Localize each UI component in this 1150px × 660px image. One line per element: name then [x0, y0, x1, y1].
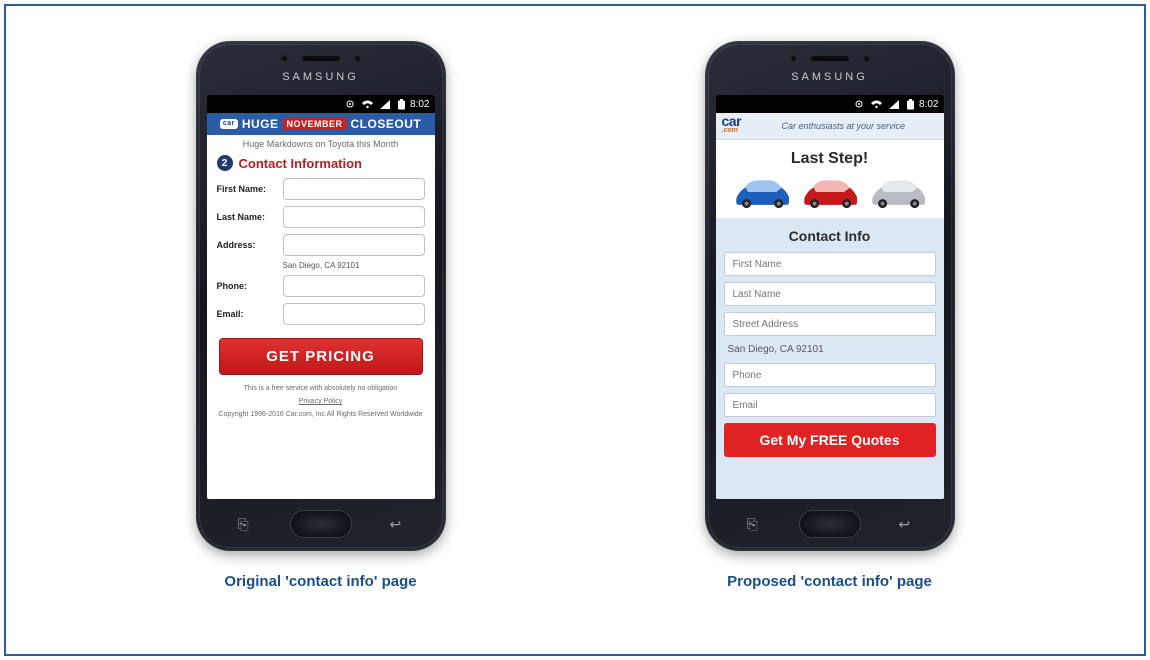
phone-speaker: [302, 56, 340, 61]
back-button[interactable]: ↩: [390, 519, 404, 529]
phone-sensor-left: [790, 55, 797, 62]
status-time: 8:02: [410, 99, 429, 110]
target-icon: [854, 99, 864, 109]
last-name-row: Last Name:: [207, 203, 435, 231]
heading-title: Contact Information: [239, 156, 363, 171]
signal-icon: [889, 100, 899, 109]
comparison-frame: SAMSUNG ⎘ ↩: [4, 4, 1146, 656]
status-bar: 8:02: [716, 95, 944, 113]
phone-label: Phone:: [217, 281, 277, 291]
first-name-input[interactable]: [283, 178, 425, 200]
target-icon: [345, 99, 355, 109]
phone-sensor-right: [863, 55, 870, 62]
address-label: Address:: [217, 240, 277, 250]
first-name-row: First Name:: [207, 175, 435, 203]
first-name-input[interactable]: [724, 252, 936, 276]
address-row: Address:: [207, 231, 435, 259]
home-button[interactable]: [799, 510, 861, 538]
wifi-icon: [871, 100, 882, 109]
home-button[interactable]: [290, 510, 352, 538]
car-logo-text: car: [223, 120, 235, 128]
car-logo-dotcom: .com: [722, 126, 742, 135]
city-state-text: San Diego, CA 92101: [724, 342, 936, 363]
card-title: Contact Info: [724, 224, 936, 252]
proposed-phone-block: SAMSUNG ⎘ ↩: [705, 41, 955, 590]
car-illustration-red: [797, 174, 863, 210]
recent-apps-button[interactable]: ⎘: [747, 519, 761, 529]
car-illustration-silver: [865, 174, 931, 210]
get-pricing-button[interactable]: GET PRICING: [219, 338, 423, 375]
caption-proposed: Proposed 'contact info' page: [727, 573, 932, 590]
phone-speaker: [811, 56, 849, 61]
car-illustration-blue: [729, 174, 795, 210]
wifi-icon: [362, 100, 373, 109]
phone-input[interactable]: [283, 275, 425, 297]
caption-original: Original 'contact info' page: [224, 573, 416, 590]
page-title: Last Step!: [716, 140, 944, 174]
address-input[interactable]: [283, 234, 425, 256]
original-phone-block: SAMSUNG ⎘ ↩: [196, 41, 446, 590]
last-name-input[interactable]: [724, 282, 936, 306]
banner-huge: HUGE: [242, 117, 279, 131]
banner-month: NOVEMBER: [283, 118, 347, 130]
email-input[interactable]: [724, 393, 936, 417]
car-logo-top: car: [722, 117, 742, 126]
promo-subhead: Huge Markdowns on Toyota this Month: [207, 135, 435, 155]
screen-proposed: 8:02 car .com Car enthusiasts at your se…: [716, 95, 944, 499]
last-name-input[interactable]: [283, 206, 425, 228]
phone-sensor-right: [354, 55, 361, 62]
phone-device-original: SAMSUNG ⎘ ↩: [196, 41, 446, 551]
car-logo: car .com: [722, 117, 742, 135]
recent-apps-button[interactable]: ⎘: [238, 519, 252, 529]
street-address-input[interactable]: [724, 312, 936, 336]
battery-icon: [397, 99, 406, 110]
car-logo-chip: car: [220, 119, 238, 129]
status-time: 8:02: [919, 99, 938, 110]
phone-sensor-left: [281, 55, 288, 62]
email-input[interactable]: [283, 303, 425, 325]
signal-icon: [380, 100, 390, 109]
phone-brand: SAMSUNG: [196, 71, 446, 83]
contact-card: Contact Info San Diego, CA 92101 Get My …: [716, 218, 944, 499]
email-label: Email:: [217, 309, 277, 319]
phone-brand: SAMSUNG: [705, 71, 955, 83]
privacy-link[interactable]: Privacy Policy: [207, 394, 435, 407]
brand-header: car .com Car enthusiasts at your service: [716, 113, 944, 140]
banner-closeout: CLOSEOUT: [351, 117, 422, 131]
get-quotes-button[interactable]: Get My FREE Quotes: [724, 423, 936, 457]
promo-banner: car HUGE NOVEMBER CLOSEOUT: [207, 113, 435, 135]
email-row: Email:: [207, 300, 435, 328]
brand-tagline: Car enthusiasts at your service: [749, 121, 937, 131]
address-city-state: San Diego, CA 92101: [207, 259, 435, 272]
phone-row: Phone:: [207, 272, 435, 300]
first-name-label: First Name:: [217, 184, 277, 194]
step-number: 2: [217, 155, 233, 171]
battery-icon: [906, 99, 915, 110]
copyright-text: Copyright 1996-2016 Car.com, Inc All Rig…: [207, 407, 435, 420]
disclaimer-text: This is a free service with absolutely n…: [207, 381, 435, 394]
back-button[interactable]: ↩: [899, 519, 913, 529]
last-name-label: Last Name:: [217, 212, 277, 222]
car-image-row: [716, 174, 944, 218]
screen-original: 8:02 car HUGE NOVEMBER CLOSEOUT Huge Mar…: [207, 95, 435, 499]
phones-row: SAMSUNG ⎘ ↩: [6, 6, 1144, 610]
section-heading: 2 Contact Information: [207, 155, 435, 175]
phone-device-proposed: SAMSUNG ⎘ ↩: [705, 41, 955, 551]
phone-input[interactable]: [724, 363, 936, 387]
status-bar: 8:02: [207, 95, 435, 113]
